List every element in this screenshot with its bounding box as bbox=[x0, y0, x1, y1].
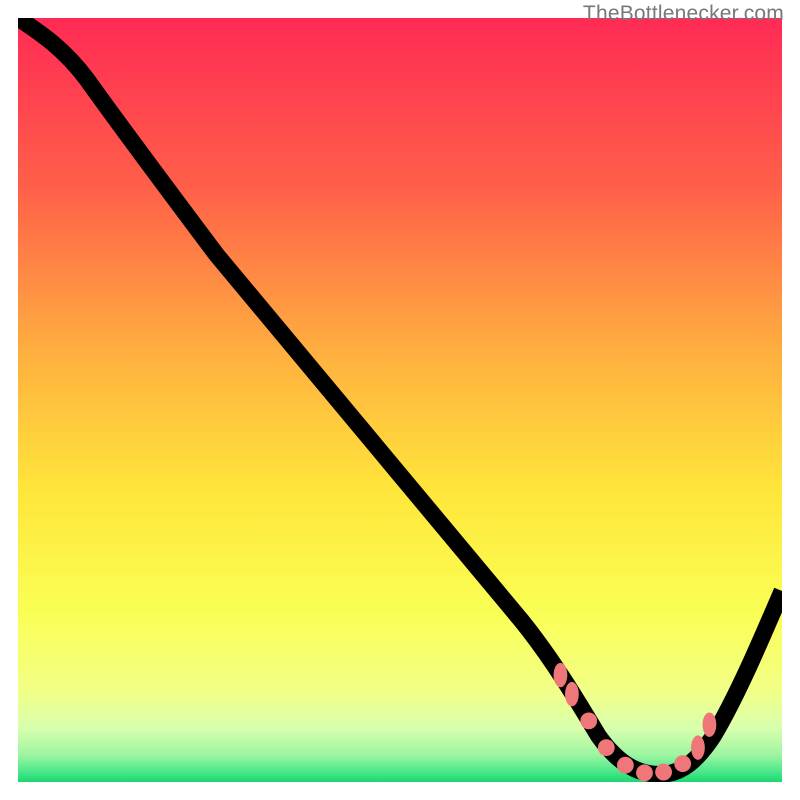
gradient-background bbox=[18, 18, 782, 782]
chart-container: TheBottlenecker.com bbox=[0, 0, 800, 800]
plot-area bbox=[18, 18, 782, 782]
attribution-text: TheBottlenecker.com bbox=[583, 2, 784, 26]
